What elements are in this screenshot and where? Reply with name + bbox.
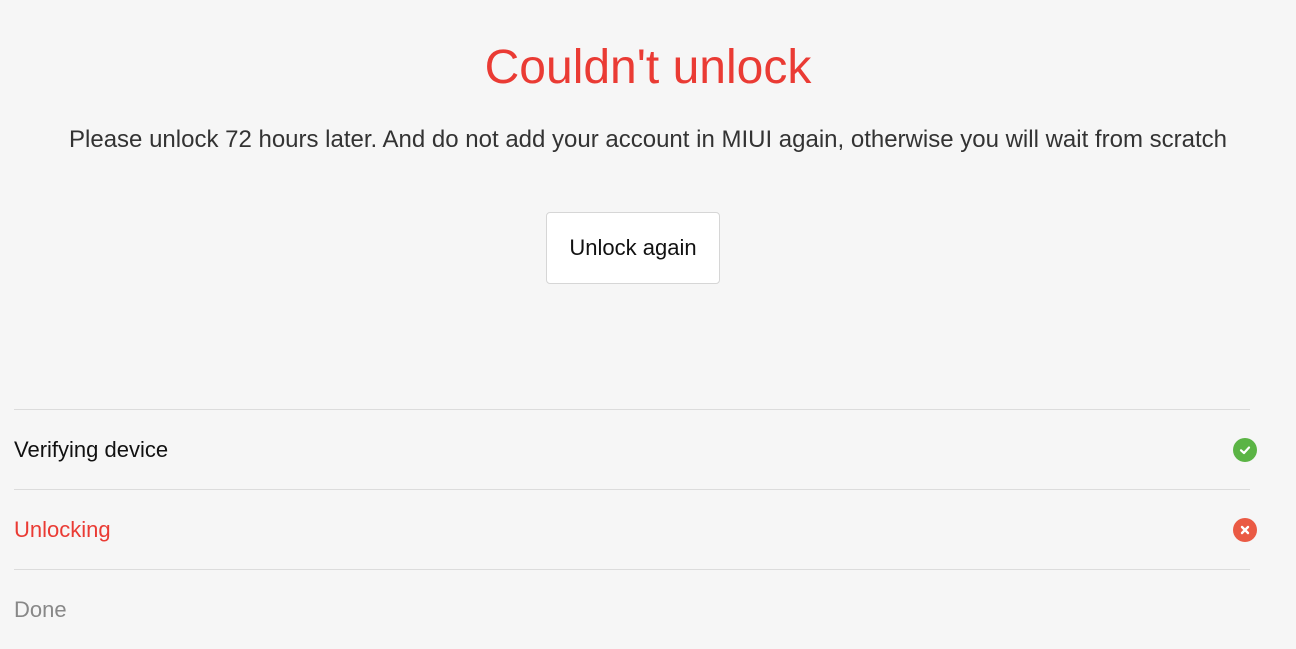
- x-circle-icon: [1233, 518, 1257, 542]
- step-label: Unlocking: [14, 517, 111, 542]
- unlock-again-button[interactable]: Unlock again: [546, 212, 720, 284]
- check-circle-icon: [1233, 438, 1257, 462]
- step-verifying-device: Verifying device: [14, 409, 1257, 489]
- step-done: Done: [14, 569, 1250, 649]
- error-message: Please unlock 72 hours later. And do not…: [69, 126, 1227, 153]
- step-unlocking: Unlocking: [14, 489, 1257, 569]
- progress-steps: Verifying device Unlocking Done: [14, 409, 1257, 649]
- page-title: Couldn't unlock: [484, 41, 812, 94]
- step-label: Done: [14, 597, 67, 622]
- step-label: Verifying device: [14, 437, 169, 462]
